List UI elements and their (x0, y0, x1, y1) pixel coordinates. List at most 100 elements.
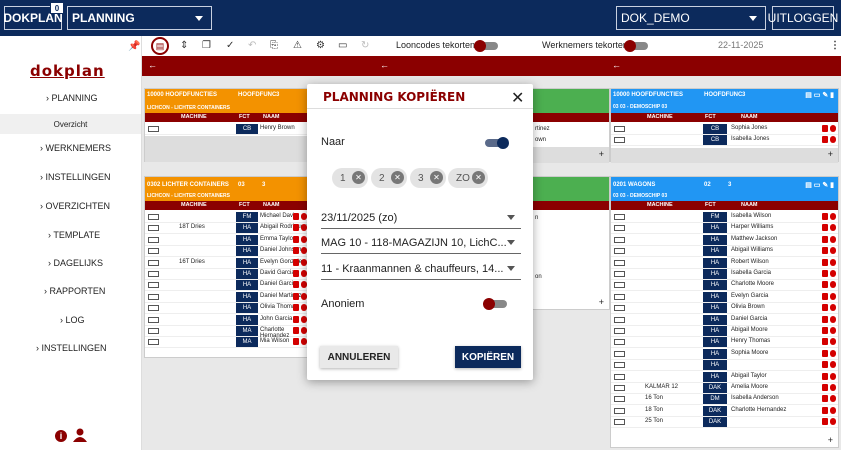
table-row[interactable]: HA Daniel Garcia (145, 280, 309, 292)
check-icon[interactable]: ✓ (226, 40, 234, 51)
close-icon[interactable]: ✕ (391, 171, 404, 184)
alert-icon[interactable] (293, 213, 307, 221)
plus-icon[interactable]: + (828, 435, 833, 445)
sidebar-item-werknemers[interactable]: › WERKNEMERS (40, 143, 111, 153)
pin-icon[interactable]: 📌 (128, 41, 140, 52)
table-row[interactable]: HA Abigail Taylor (611, 371, 838, 383)
alert-icon[interactable] (822, 213, 836, 221)
table-row[interactable]: FM Michael Davis (145, 212, 309, 223)
arrow-left-icon[interactable]: ← (148, 60, 157, 70)
sidebar-item-instellingen-2[interactable]: › INSTELLINGEN (36, 343, 107, 353)
alert-icon[interactable] (822, 136, 836, 144)
table-row[interactable]: HA Harper Williams (611, 223, 838, 235)
table-row[interactable]: HA John Garcia (145, 314, 309, 326)
alert-icon[interactable] (822, 224, 836, 232)
alert-icon[interactable] (293, 304, 307, 312)
table-row[interactable]: MA Charlotte Hernandez (145, 326, 309, 339)
table-row[interactable]: 16 Ton DM Isabella Anderson (611, 394, 838, 406)
werknemers-toggle[interactable] (624, 40, 648, 52)
table-row[interactable]: 18T Dries HA Abigail Rodriguez (145, 223, 309, 235)
alert-icon[interactable] (822, 235, 836, 244)
date-select[interactable]: 23/11/2025 (zo) (321, 207, 521, 229)
alert-icon[interactable] (822, 315, 836, 324)
cancel-button[interactable]: ANNULEREN (320, 346, 398, 368)
alert-icon[interactable] (822, 270, 836, 278)
alert-icon[interactable] (822, 247, 836, 255)
sidebar-item-log[interactable]: › LOG (60, 315, 85, 325)
table-row[interactable]: HA Evelyn Garcia (611, 291, 838, 303)
close-icon[interactable]: ✕ (430, 171, 443, 184)
alert-icon[interactable] (293, 338, 307, 346)
gear-icon[interactable]: ⚙ (316, 40, 325, 51)
alert-icon[interactable] (293, 281, 307, 289)
module-select[interactable]: PLANNING (67, 6, 212, 30)
alert-icon[interactable] (293, 258, 307, 267)
alert-icon[interactable] (822, 258, 836, 267)
copy-icon[interactable]: ❐ (202, 40, 211, 51)
table-row[interactable]: KALMAR 12 DAK Amelia Moore (611, 383, 838, 394)
table-row[interactable]: 25 Ton DAK (611, 417, 838, 429)
table-row[interactable]: HA David Garcia (145, 269, 309, 280)
table-row[interactable]: 16T Dries HA Evelyn Gonzalez (145, 257, 309, 269)
day-chip[interactable]: 3 ✕ (410, 168, 446, 188)
logout-button[interactable]: UITLOGGEN (768, 6, 838, 30)
plus-icon[interactable]: + (828, 149, 833, 159)
sidebar-item-overzicht[interactable]: Overzicht (0, 114, 141, 134)
close-icon[interactable]: ✕ (472, 171, 485, 184)
anoniem-toggle[interactable] (483, 298, 507, 310)
table-row[interactable]: HA Robert Wilson (611, 257, 838, 269)
copy-button[interactable]: KOPIËREN (455, 346, 521, 368)
table-row[interactable]: HA Daniel Martinez (145, 291, 309, 303)
alert-icon[interactable] (822, 292, 836, 301)
alert-icon[interactable] (293, 327, 307, 335)
arrow-left-icon[interactable]: ← (380, 60, 389, 70)
table-row[interactable]: 18 Ton DAK Charlotte Hernandez (611, 405, 838, 417)
day-chip[interactable]: 1 ✕ (332, 168, 368, 188)
alert-icon[interactable] (822, 406, 836, 415)
sidebar-item-dagelijks[interactable]: › DAGELIJKS (48, 258, 103, 268)
arrow-left-icon[interactable]: ← (612, 60, 621, 70)
table-row[interactable]: HA (611, 360, 838, 372)
alert-icon[interactable] (293, 292, 307, 301)
table-row[interactable]: HA Sophia Moore (611, 348, 838, 360)
table-row[interactable]: HA Olivia Brown (611, 303, 838, 315)
alert-icon[interactable] (822, 304, 836, 312)
alert-icon[interactable] (293, 224, 307, 232)
day-chip[interactable]: 2 ✕ (371, 168, 407, 188)
card-actions-icon[interactable]: ▤ ▭ ✎ ▮ (805, 91, 834, 99)
alert-icon[interactable] (822, 361, 836, 369)
alert-icon[interactable] (293, 235, 307, 244)
info-icon[interactable]: i (55, 430, 67, 442)
location-select[interactable]: MAG 10 - 118-MAGAZIJN 10, LichC... (321, 232, 521, 254)
sidebar-item-overzichten[interactable]: › OVERZICHTEN (40, 201, 110, 211)
sidebar-item-rapporten[interactable]: › RAPPORTEN (44, 286, 105, 296)
undo-icon[interactable]: ↶ (248, 40, 256, 51)
table-row[interactable]: CB Henry Brown (145, 124, 309, 135)
alert-icon[interactable] (822, 281, 836, 289)
alert-icon[interactable] (822, 418, 836, 426)
alert-icon[interactable] (293, 247, 307, 255)
alert-icon[interactable] (822, 372, 836, 381)
chat-icon[interactable]: ▤ (151, 37, 169, 55)
table-row[interactable]: MA Mia Wilson (145, 337, 309, 349)
alert-icon[interactable] (822, 338, 836, 346)
table-row[interactable]: HA Daniel Garcia (611, 314, 838, 326)
card-actions-icon[interactable]: ▤ ▭ ✎ ▮ (805, 181, 834, 189)
user-icon[interactable] (73, 428, 87, 442)
sort-icon[interactable]: ⇕ (180, 40, 188, 51)
card-icon[interactable]: ▭ (338, 40, 347, 51)
sidebar-item-planning[interactable]: › PLANNING (46, 93, 98, 103)
naar-toggle[interactable] (485, 137, 509, 149)
table-row[interactable]: HA Abigail Williams (611, 246, 838, 258)
alert-icon[interactable] (822, 125, 836, 133)
sidebar-item-template[interactable]: › TEMPLATE (48, 230, 100, 240)
file-refresh-icon[interactable]: ⎘ (270, 40, 278, 51)
table-row[interactable]: HA Isabella Garcia (611, 269, 838, 280)
table-row[interactable]: CB Isabella Jones (611, 135, 838, 147)
table-row[interactable]: HA Henry Thomas (611, 337, 838, 349)
plus-icon[interactable]: + (599, 297, 604, 307)
sidebar-item-instellingen[interactable]: › INSTELLINGEN (40, 172, 111, 182)
day-chip[interactable]: ZO ✕ (448, 168, 488, 188)
table-row[interactable]: HA Charlotte Moore (611, 280, 838, 292)
table-row[interactable]: FM Isabella Wilson (611, 212, 838, 223)
